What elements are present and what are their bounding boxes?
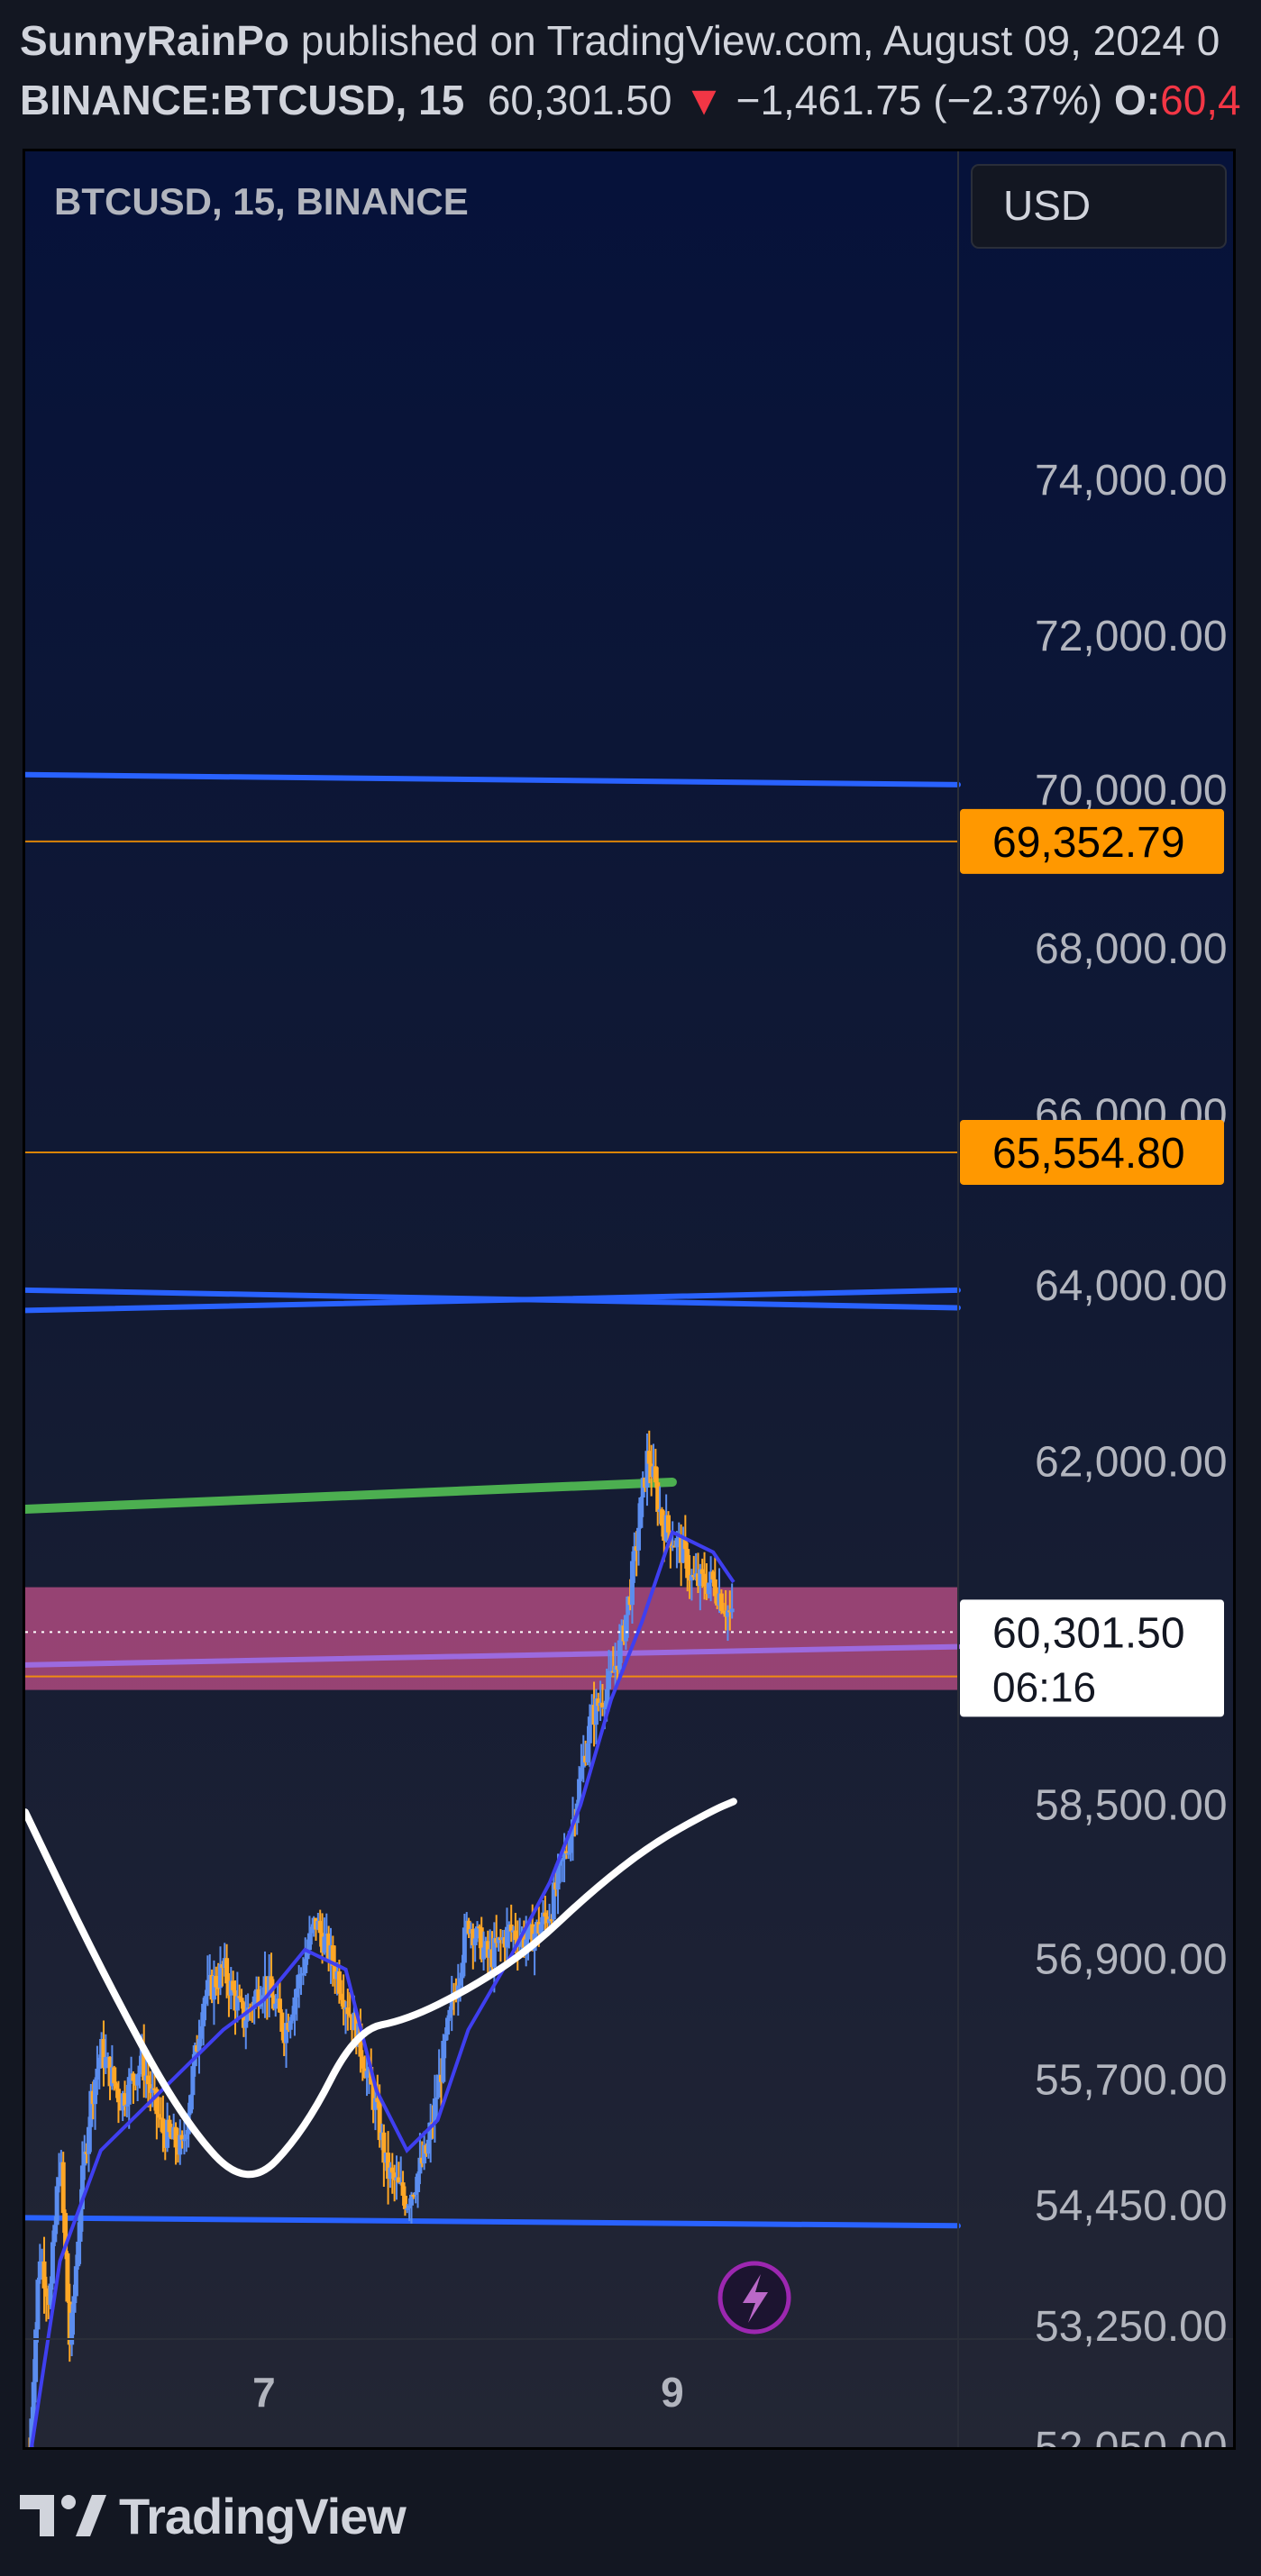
chart-header: SunnyRainPo published on TradingView.com… [20,11,1261,128]
y-tick-label: 70,000.00 [1035,767,1228,815]
symbol-line: BINANCE:BTCUSD, 15 60,301.50 ▼ −1,461.75… [20,70,1261,128]
candle-body [103,2057,108,2069]
y-tick-label: 62,000.00 [1035,1439,1228,1487]
x-tick-label: 7 [252,2369,276,2416]
candle-body [434,2097,440,2099]
candle-body [729,1608,735,1613]
candle-body [50,2242,55,2284]
y-tick-label: 54,450.00 [1035,2182,1228,2230]
symbol-name: BINANCE:BTCUSD, 15 [20,77,465,123]
publish-line: SunnyRainPo published on TradingView.com… [20,11,1261,70]
candle-body [636,1527,642,1551]
last-price-label: 60,301.50 [992,1609,1185,1657]
bar-countdown: 06:16 [992,1663,1096,1710]
currency-label[interactable]: USD [1003,182,1091,229]
tradingview-logo-icon [20,2495,106,2536]
down-arrow-icon: ▼ [683,77,725,123]
y-tick-label: 56,900.00 [1035,1936,1228,1984]
supply-zone[interactable] [25,1587,958,1690]
candle-body [73,2266,78,2297]
price-change: −1,461.75 (−2.37%) [736,77,1103,123]
y-tick-label: 53,250.00 [1035,2303,1228,2351]
y-tick-label: 58,500.00 [1035,1782,1228,1830]
y-tick-label: 55,700.00 [1035,2057,1228,2105]
y-tick-label: 74,000.00 [1035,457,1228,505]
lightning-button[interactable] [717,2261,791,2335]
chart-frame[interactable]: BTCUSD, 15, BINANCE USD 74,000.00 72,000.… [23,149,1236,2450]
chart-canvas[interactable]: BTCUSD, 15, BINANCE USD 74,000.00 72,000.… [25,151,1233,2447]
y-tick-label: 72,000.00 [1035,613,1228,660]
candle-body [35,2280,41,2330]
candle-body [665,1515,671,1533]
candle-body [112,2067,117,2084]
tradingview-logo: TradingView [20,2480,407,2552]
y-tick-label: 68,000.00 [1035,925,1228,973]
price-label[interactable]: 65,554.80 [992,1130,1185,1178]
candle-body [60,2162,66,2214]
publisher-name[interactable]: SunnyRainPo [20,17,289,64]
last-price-text: 60,301.50 [487,77,672,123]
y-tick-label: 64,000.00 [1035,1262,1228,1310]
x-tick-label: 9 [661,2369,684,2416]
published-text: published on TradingView.com, August 09,… [289,17,1220,64]
currency-button[interactable]: USD [971,164,1227,249]
price-label[interactable]: 69,352.79 [992,819,1185,867]
open-value: 60,4 [1160,77,1241,123]
candle-body [96,2057,102,2069]
chart-title: BTCUSD, 15, BINANCE [54,180,469,223]
candle-body [587,1716,592,1743]
y-tick-label: 52,050.00 [1035,2424,1228,2447]
open-label: O: [1114,77,1161,123]
tradingview-wordmark: TradingView [119,2487,407,2544]
